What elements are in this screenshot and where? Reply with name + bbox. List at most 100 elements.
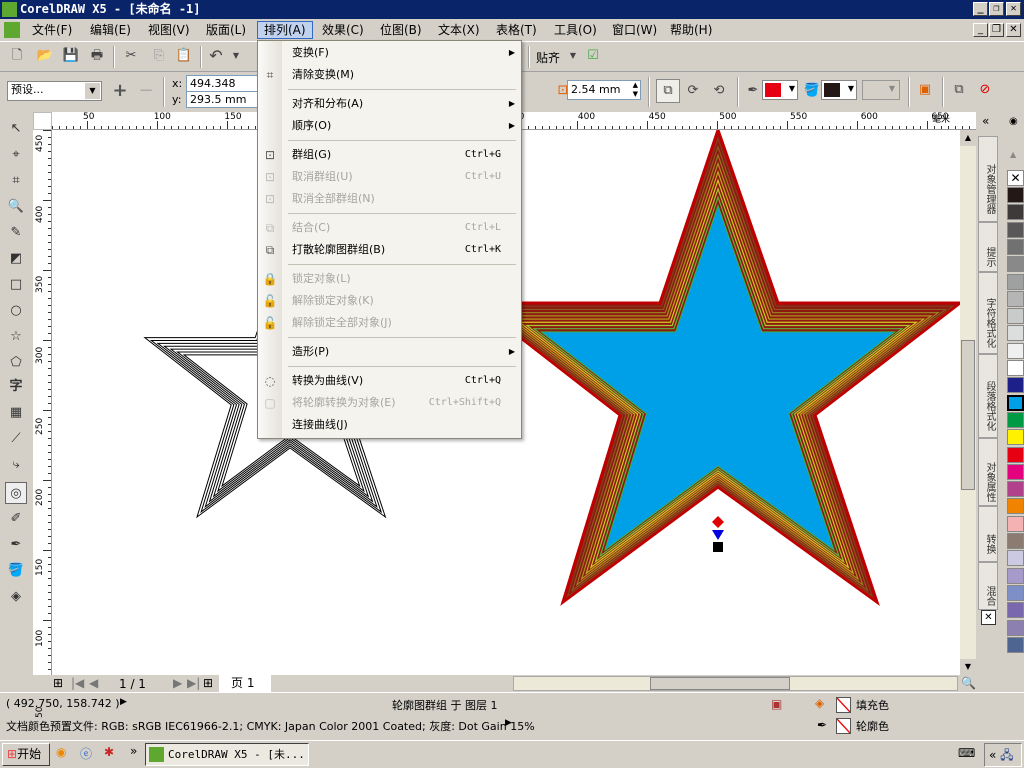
copy-contour-properties-icon[interactable]: ⧉ xyxy=(950,81,968,99)
outline-tool-icon[interactable]: ✒ xyxy=(5,534,27,556)
maximize-button[interactable]: ❐ xyxy=(989,2,1004,16)
quicklaunch-more-icon[interactable]: » xyxy=(130,744,137,758)
outline-none-swatch[interactable] xyxy=(836,718,851,734)
doc-minimize-button[interactable]: _ xyxy=(973,23,988,37)
print-icon[interactable]: 🖶 xyxy=(88,47,106,65)
preset-select[interactable]: 预设... ▼ xyxy=(7,81,102,101)
fill-none-swatch[interactable] xyxy=(836,697,851,713)
menu-item[interactable]: 锁定对象(L) xyxy=(282,268,521,290)
menu-help[interactable]: 帮助(H) xyxy=(664,21,718,39)
palette-swatch[interactable] xyxy=(1007,360,1024,376)
menu-edit[interactable]: 编辑(E) xyxy=(84,21,137,39)
docker-tab-object-manager[interactable]: 对象管理器 xyxy=(978,136,998,222)
no-color-swatch[interactable]: ✕ xyxy=(1007,170,1024,186)
menu-item[interactable]: 造形(P) ▶ xyxy=(282,341,521,363)
palette-swatch[interactable] xyxy=(1007,481,1024,498)
freehand-tool-icon[interactable]: ✎ xyxy=(5,222,27,244)
keyboard-icon[interactable]: ⌨ xyxy=(958,746,975,760)
add-page-after-icon[interactable]: ⊞ xyxy=(203,676,213,690)
palette-swatch[interactable] xyxy=(1007,533,1024,549)
menu-item[interactable]: 转换为曲线(V) Ctrl+Q xyxy=(282,370,521,392)
palette-swatch[interactable] xyxy=(1007,256,1024,273)
palette-swatch[interactable] xyxy=(1007,567,1024,584)
outline-color-picker[interactable]: ▼ xyxy=(762,80,798,100)
color-blend-dropdown[interactable]: ▼ xyxy=(862,80,900,100)
palette-swatch[interactable] xyxy=(1007,619,1024,636)
quicklaunch-app-icon[interactable]: ✱ xyxy=(104,745,114,759)
palette-swatch[interactable] xyxy=(1007,584,1024,601)
docker-tab-paragraph-format[interactable]: 段落格式化 xyxy=(978,354,998,438)
status-expand-icon[interactable]: ▶ xyxy=(120,697,127,707)
ellipse-tool-icon[interactable]: ○ xyxy=(5,300,27,322)
palette-swatch[interactable] xyxy=(1007,411,1024,428)
palette-swatch[interactable] xyxy=(1007,636,1024,653)
snap-dropdown-icon[interactable]: ▼ xyxy=(564,47,582,65)
contour-tool-icon[interactable]: ◎ xyxy=(5,482,27,504)
taskbar-coreldraw-button[interactable]: CorelDRAW X5 - [未... xyxy=(145,743,309,766)
options-checklist-icon[interactable]: ☑ xyxy=(584,47,602,65)
zoom-tool-icon[interactable]: 🔍 xyxy=(5,196,27,218)
menu-tools[interactable]: 工具(O) xyxy=(548,21,603,39)
doc-close-button[interactable]: ✕ xyxy=(1006,23,1021,37)
dimension-tool-icon[interactable]: ⟋ xyxy=(5,428,27,450)
fill-tool-icon[interactable]: 🪣 xyxy=(5,560,27,582)
menu-arrange[interactable]: 排列(A) xyxy=(257,21,313,39)
ruler-origin[interactable] xyxy=(33,112,52,130)
menu-item[interactable]: 取消群组(U) Ctrl+U xyxy=(282,166,521,188)
ie-icon[interactable]: ⓔ xyxy=(80,745,92,762)
menu-item[interactable]: 打散轮廓图群组(B) Ctrl+K xyxy=(282,239,521,261)
connector-tool-icon[interactable]: ⤷ xyxy=(5,454,27,476)
menu-item[interactable]: 结合(C) Ctrl+L xyxy=(282,217,521,239)
palette-swatch[interactable] xyxy=(1007,602,1024,619)
menu-item[interactable]: 解除锁定全部对象(J) xyxy=(282,312,521,334)
menu-window[interactable]: 窗口(W) xyxy=(606,21,663,39)
docker-tab-character-format[interactable]: 字符格式化 xyxy=(978,272,998,354)
palette-swatch[interactable] xyxy=(1007,429,1024,446)
menu-item[interactable]: 清除变换(M) xyxy=(282,64,521,86)
palette-swatch[interactable] xyxy=(1007,463,1024,480)
contour-acceleration-icon[interactable]: ▣ xyxy=(916,81,934,99)
close-docker-icon[interactable]: ✕ xyxy=(981,610,996,625)
menu-item[interactable]: 解除锁定对象(K) xyxy=(282,290,521,312)
menu-table[interactable]: 表格(T) xyxy=(490,21,543,39)
y-position-field[interactable]: 293.5 mm xyxy=(186,91,258,108)
minimize-button[interactable]: _ xyxy=(973,2,988,16)
menu-item[interactable]: 将轮廓转换为对象(E) Ctrl+Shift+Q xyxy=(282,392,521,414)
palette-swatch[interactable] xyxy=(1007,394,1024,411)
palette-swatch[interactable] xyxy=(1007,377,1024,394)
next-page-icon[interactable]: ▶ xyxy=(173,676,182,690)
pick-tool-icon[interactable]: ↖ xyxy=(5,118,27,140)
horizontal-scroll-thumb[interactable] xyxy=(650,677,790,690)
palette-swatch[interactable] xyxy=(1007,515,1024,532)
doc-restore-button[interactable]: ❐ xyxy=(989,23,1004,37)
add-preset-icon[interactable]: + xyxy=(111,82,129,100)
profile-expand-icon[interactable]: ▶ xyxy=(505,718,512,728)
add-page-before-icon[interactable]: ⊞ xyxy=(53,676,63,690)
menu-text[interactable]: 文本(X) xyxy=(432,21,486,39)
menu-bitmaps[interactable]: 位图(B) xyxy=(374,21,428,39)
contour-slider-handle[interactable] xyxy=(712,530,724,540)
zoom-navigator-icon[interactable]: 🔍 xyxy=(961,676,976,690)
menu-layout[interactable]: 版面(L) xyxy=(200,21,252,39)
palette-swatch[interactable] xyxy=(1007,273,1024,290)
eyedropper-tool-icon[interactable]: ✐ xyxy=(5,508,27,530)
palette-swatch[interactable] xyxy=(1007,550,1024,567)
outside-contour-icon[interactable]: ⧉ xyxy=(656,79,680,103)
close-button[interactable]: ✕ xyxy=(1006,2,1021,16)
network-icon[interactable]: 🖧 xyxy=(1000,748,1013,762)
menu-view[interactable]: 视图(V) xyxy=(142,21,196,39)
menu-effects[interactable]: 效果(C) xyxy=(316,21,370,39)
vertical-scroll-thumb[interactable] xyxy=(961,340,975,490)
color-profile-info[interactable]: 文档颜色预置文件: RGB: sRGB IEC61966-2.1; CMYK: … xyxy=(6,718,535,734)
copy-icon[interactable]: ⎘ xyxy=(150,47,168,65)
docker-tab-hints[interactable]: 提示 xyxy=(978,222,998,272)
basic-shapes-icon[interactable]: ⬠ xyxy=(5,352,27,374)
vertical-scrollbar[interactable]: ▲ ▼ xyxy=(960,130,976,675)
docker-tab-transform[interactable]: 转换 xyxy=(978,506,998,562)
docker-tab-object-properties[interactable]: 对象属性 xyxy=(978,438,998,506)
clear-contour-icon[interactable]: ⊘ xyxy=(976,81,994,99)
polygon-tool-icon[interactable]: ☆ xyxy=(5,326,27,348)
clockwise-contour-icon[interactable]: ⟳ xyxy=(684,82,702,100)
docker-tab-blend[interactable]: 混合 xyxy=(978,562,998,610)
open-icon[interactable]: 📂 xyxy=(36,47,54,65)
